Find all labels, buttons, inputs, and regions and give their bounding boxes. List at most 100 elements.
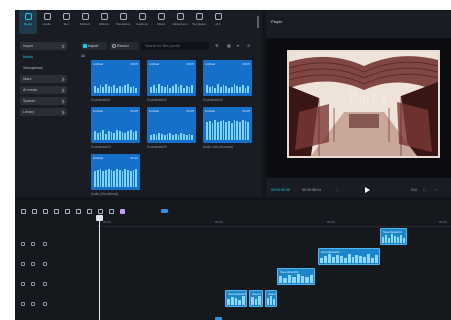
audio-clip[interactable]: Soundtrack02 [277,268,315,285]
ratio-button[interactable]: Full [411,188,417,192]
select-tool-icon[interactable] [21,208,26,214]
tab-templates[interactable]: Templates [190,10,208,34]
timeline-marker[interactable] [161,209,168,213]
media-thumbnail[interactable]: Untitled 00:05 [203,60,252,96]
playhead[interactable] [99,215,100,320]
thumbnail-name: Untitled [205,109,216,113]
tab-stickers[interactable]: Stickers [76,10,94,34]
media-thumbnail[interactable]: Untitled 00:10 [91,154,140,190]
search-input[interactable]: Search for files (local) [141,42,209,50]
visibility-icon[interactable] [31,302,35,306]
waveform [94,73,137,93]
tab-label: Effects [99,22,109,26]
fullscreen-icon[interactable]: ⛶ [423,188,426,192]
playhead-handle[interactable] [96,215,103,221]
clip-waveform [382,234,405,243]
sidebar-item-subcaptions[interactable]: Subcaptions [20,64,67,72]
chevron-down-icon[interactable]: ▾ [237,43,239,49]
adjustment-icon [176,13,184,20]
split-icon[interactable] [54,208,59,214]
tab-adjustment[interactable]: Adjustment [171,10,189,34]
waveform [206,73,249,93]
split-right-icon[interactable] [76,208,81,214]
audio-clip[interactable]: Soundtrack01 [225,290,247,307]
sidebar-item-stars[interactable]: Stars [20,75,67,83]
waveform [206,120,249,140]
text-icon [62,13,70,20]
import-button[interactable]: Import [81,42,107,50]
player-viewport: Part I [266,38,451,178]
media-thumbnail[interactable]: Untitled 00:05 [203,107,252,143]
track-header [21,260,81,270]
media-thumbnail[interactable]: Untitled 00:05 [147,60,196,96]
delete-icon[interactable] [87,208,92,214]
split-left-icon[interactable] [65,208,70,214]
visibility-icon[interactable] [31,282,35,286]
tab-effects[interactable]: Effects [95,10,113,34]
thumbnail-duration: 00:05 [186,62,194,66]
media-thumbnail[interactable]: Untitled 00:05 [91,107,140,143]
tab-label: AI A [215,22,221,26]
visibility-icon[interactable] [31,262,35,266]
audio-icon[interactable] [43,302,47,306]
sidebar-item-library[interactable]: Library [20,108,67,116]
thumbnail-duration: 00:05 [130,109,138,113]
redo-icon[interactable] [43,208,48,214]
ruler-tick-label: 00:00 [103,220,111,224]
thumbnail-name: Untitled [205,62,216,66]
audio-icon [43,13,51,20]
sidebar-item-ai-media[interactable]: AI media [20,86,67,94]
thumbnail-duration: 00:05 [130,62,138,66]
record-icon [112,44,116,48]
media-thumbnail[interactable]: Untitled 00:05 [91,60,140,96]
record-button[interactable]: Record [110,42,138,50]
visibility-icon[interactable] [31,242,35,246]
waveform [94,167,137,187]
audio-clip[interactable]: Soundtrack04 [380,228,407,245]
media-thumbnail[interactable]: Untitled 00:05 [147,107,196,143]
tab-text[interactable]: Text [57,10,75,34]
toolbar-handle[interactable] [257,16,259,28]
lock-icon[interactable] [21,282,25,286]
tab-transitions[interactable]: Transitions [114,10,132,34]
thumbnail-duration: 00:05 [186,109,194,113]
clip-waveform [320,254,379,263]
ruler-tick-label: 00:00 [327,220,335,224]
video-overlay-text: Part I [349,90,388,107]
sidebar-item-spaces[interactable]: Spaces [20,97,67,105]
play-button[interactable] [365,187,370,193]
undo-icon[interactable] [32,208,37,214]
timecode-menu-icon[interactable]: ⋮ [336,188,340,192]
sidebar-item-media[interactable]: Media [20,53,67,61]
waveform [94,120,137,140]
ai-tool-icon[interactable] [120,208,125,214]
tab-captions[interactable]: Captions [133,10,151,34]
tab-filters[interactable]: Filters [152,10,170,34]
audio-icon[interactable] [43,282,47,286]
tab-media[interactable]: Media [19,10,37,34]
lock-icon[interactable] [21,262,25,266]
tab-audio[interactable]: Audio [38,10,56,34]
tab-ai-a[interactable]: AI A [209,10,227,34]
timeline-ruler[interactable]: 00:00 00:00 00:00 00:00 [97,215,451,227]
audio-clip[interactable]: Soundtrack03 [318,248,380,265]
video-editor-window: Media Audio Text Stickers Effects Transitions… [15,10,451,320]
more-icon[interactable]: ⋯ [435,188,439,192]
filter-icon[interactable]: ⚟ [247,43,251,49]
audio-clip[interactable]: Sound [265,290,277,307]
lock-icon[interactable] [21,242,25,246]
sort-icon[interactable]: ⇅ [215,43,218,49]
media-action-bar: Import Record Search for files (local) ⇅… [81,42,261,50]
thumbnail-caption: Soundtrack05 [147,145,167,149]
sidebar-item-import[interactable]: Import [20,42,67,50]
crop-icon[interactable] [109,208,114,214]
import-icon [83,44,87,48]
thumbnail-caption: Soundtrack04 [91,145,111,149]
freeze-icon[interactable] [98,208,103,214]
waveform [150,73,193,93]
audio-icon[interactable] [43,262,47,266]
lock-icon[interactable] [21,302,25,306]
audio-icon[interactable] [43,242,47,246]
audio-clip[interactable]: Sound [249,290,263,307]
grid-view-icon[interactable]: ▦ [227,43,231,49]
